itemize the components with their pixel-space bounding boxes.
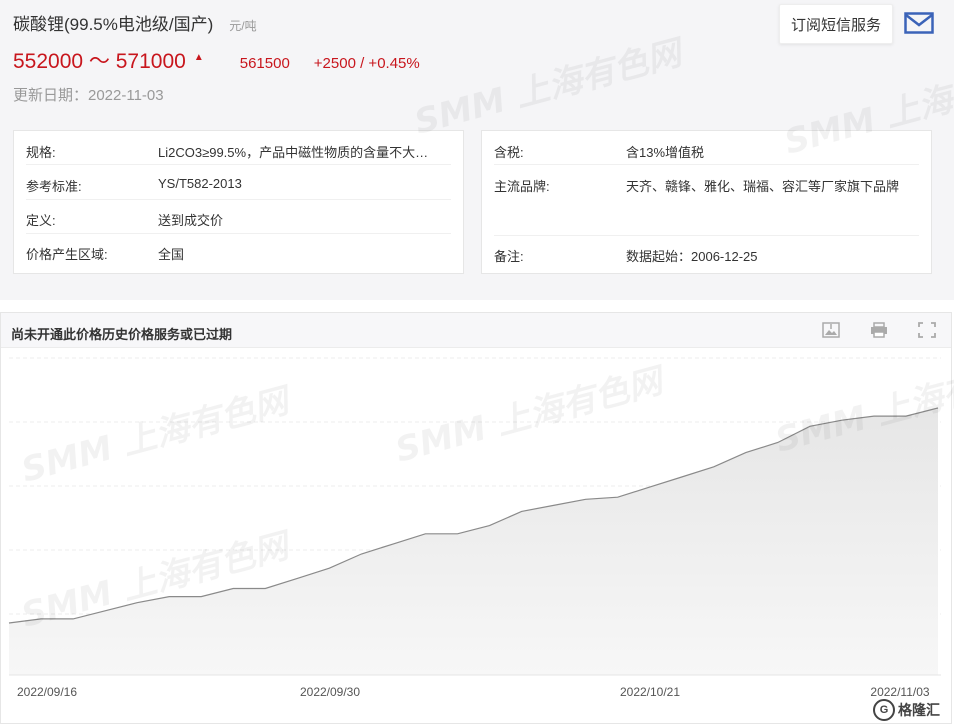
price-up-icon: ▲ bbox=[193, 52, 204, 63]
info-value: 数据起始：2006-12-25 bbox=[626, 249, 758, 264]
product-title: 碳酸锂(99.5%电池级/国产) bbox=[13, 15, 214, 34]
info-value: 含13%增值税 bbox=[626, 145, 705, 160]
divider bbox=[26, 199, 451, 200]
info-key: 备注: bbox=[494, 249, 524, 264]
info-value: 全国 bbox=[158, 247, 185, 262]
divider bbox=[26, 233, 451, 234]
series-area bbox=[9, 408, 938, 675]
info-value: Li2CO3≥99.5%，产品中磁性物质的含量不大… bbox=[158, 145, 429, 160]
update-date: 更新日期：2022-11-03 bbox=[13, 87, 164, 104]
info-key: 定义: bbox=[26, 213, 56, 228]
spec-info-box: 规格: Li2CO3≥99.5%，产品中磁性物质的含量不大… 参考标准: YS/… bbox=[13, 130, 464, 274]
info-key: 规格: bbox=[26, 145, 56, 160]
gelonghui-logo-icon: G bbox=[873, 699, 895, 721]
price-range: 552000 ～ 571000 bbox=[13, 50, 186, 73]
price-row: 552000 ～ 571000 ▲ 561500 +2500 / +0.45% bbox=[13, 45, 420, 75]
price-history-chart-panel: 2022/09/16 2022/09/30 2022/10/21 2022/11/03… bbox=[0, 312, 954, 724]
divider bbox=[26, 164, 451, 165]
price-unit: 元/吨 bbox=[229, 19, 257, 33]
tax-brand-info-box: 含税: 含13%增值税 主流品牌: 天齐、赣锋、雅化、瑞福、容汇等厂家旗下品牌 … bbox=[481, 130, 932, 274]
mail-icon[interactable] bbox=[904, 12, 934, 34]
subscribe-sms-button[interactable]: 订阅短信服务 bbox=[779, 4, 893, 44]
x-tick-label: 2022/09/16 bbox=[17, 685, 77, 699]
price-history-chart: 2022/09/16 2022/09/30 2022/10/21 2022/11/03 bbox=[8, 357, 941, 699]
price-change: +2500 / +0.45% bbox=[313, 55, 420, 72]
corner-logo: G 格隆汇 bbox=[873, 697, 951, 723]
chart-header: 尚未开通此价格历史价格服务或已过期 bbox=[1, 313, 951, 348]
info-key: 含税: bbox=[494, 145, 524, 160]
divider bbox=[494, 164, 919, 165]
average-price: 561500 bbox=[239, 55, 290, 72]
download-image-icon[interactable] bbox=[822, 322, 840, 338]
info-value: YS/T582-2013 bbox=[158, 176, 242, 191]
print-icon[interactable] bbox=[870, 322, 888, 338]
info-key: 价格产生区域: bbox=[26, 247, 108, 262]
title-row: 碳酸锂(99.5%电池级/国产) 元/吨 bbox=[13, 10, 257, 35]
corner-logo-text: 格隆汇 bbox=[898, 702, 940, 718]
info-value: 天齐、赣锋、雅化、瑞福、容汇等厂家旗下品牌 bbox=[626, 179, 900, 194]
x-tick-label: 2022/09/30 bbox=[300, 685, 360, 699]
info-key: 参考标准: bbox=[26, 179, 82, 194]
watermark: SMM 上海有色网 bbox=[410, 33, 686, 143]
divider bbox=[494, 235, 919, 236]
fullscreen-icon[interactable] bbox=[918, 322, 936, 338]
x-tick-label: 2022/10/21 bbox=[620, 685, 680, 699]
info-value: 送到成交价 bbox=[158, 213, 224, 228]
price-summary-panel: 碳酸锂(99.5%电池级/国产) 元/吨 552000 ～ 571000 ▲ 5… bbox=[0, 0, 954, 300]
info-key: 主流品牌: bbox=[494, 179, 550, 194]
chart-title: 尚未开通此价格历史价格服务或已过期 bbox=[11, 327, 233, 342]
